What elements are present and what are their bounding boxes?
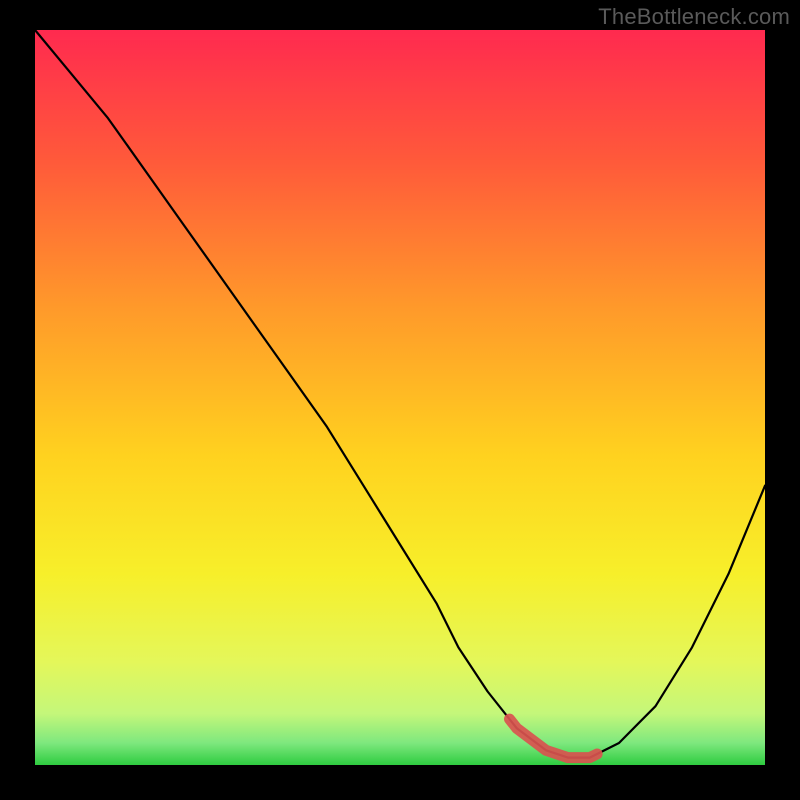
watermark-text: TheBottleneck.com	[598, 4, 790, 30]
bottleneck-chart	[0, 0, 800, 800]
chart-frame: TheBottleneck.com	[0, 0, 800, 800]
